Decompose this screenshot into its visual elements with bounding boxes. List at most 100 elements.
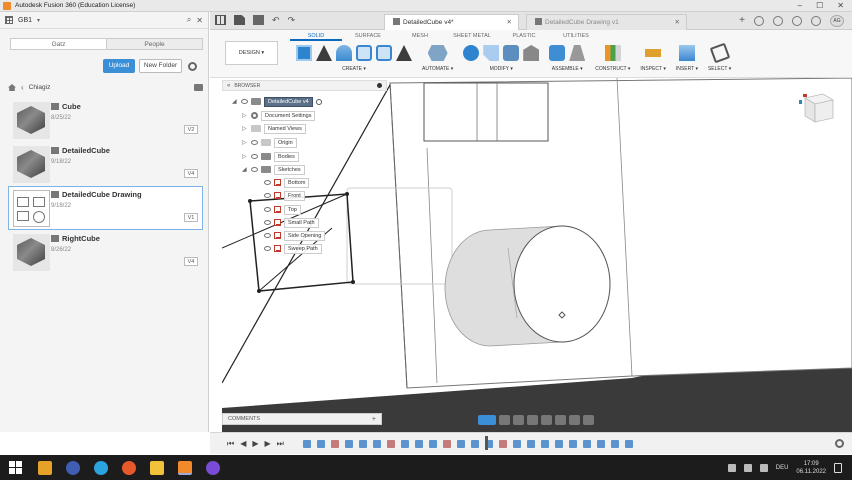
file-explorer-icon[interactable] <box>38 460 52 475</box>
construct-menu[interactable]: CONSTRUCT ▾ <box>595 66 630 72</box>
tab-sheet-metal[interactable]: SHEET METAL <box>446 32 498 41</box>
joint-icon[interactable] <box>569 45 586 61</box>
sketch-item[interactable]: Side Opening <box>264 230 326 241</box>
timeline-feature[interactable] <box>555 440 563 448</box>
insert-image-icon[interactable] <box>678 45 695 61</box>
expand-arrow-icon[interactable]: ▷ <box>242 153 248 160</box>
visibility-eye-icon[interactable] <box>251 140 258 145</box>
visibility-eye-icon[interactable] <box>264 246 271 251</box>
breadcrumb-folder[interactable]: Chiagiz <box>29 84 51 91</box>
timeline-feature[interactable] <box>401 440 409 448</box>
timeline-feature[interactable] <box>429 440 437 448</box>
screen-recorder-icon[interactable] <box>206 460 220 475</box>
keyboard-language[interactable]: DEU <box>776 465 789 471</box>
visibility-eye-icon[interactable] <box>251 154 258 159</box>
search-icon[interactable]: ⌕ <box>187 15 191 25</box>
sketch-item[interactable]: Small Path <box>264 217 319 228</box>
viewcube[interactable] <box>797 90 837 126</box>
timeline-feature[interactable] <box>527 440 535 448</box>
chamfer-icon[interactable] <box>503 45 520 61</box>
timeline-settings-gear-icon[interactable] <box>835 439 844 448</box>
back-chevron-icon[interactable]: ‹ <box>21 83 24 92</box>
timeline-feature[interactable] <box>303 440 311 448</box>
pin-icon[interactable] <box>377 83 382 88</box>
undo-icon[interactable]: ↶ <box>272 15 280 25</box>
browser-node-bodies[interactable]: ▷ Bodies <box>242 151 299 162</box>
sketch-item[interactable]: Front <box>264 190 305 201</box>
viewports-icon[interactable] <box>583 415 594 425</box>
expand-arrow-icon[interactable]: ▷ <box>242 139 248 146</box>
timeline-feature[interactable] <box>345 440 353 448</box>
new-folder-button[interactable]: New Folder <box>139 59 182 73</box>
close-tab-icon[interactable]: ✕ <box>675 15 680 31</box>
file-menu-icon[interactable] <box>234 15 245 25</box>
timeline-feature[interactable] <box>541 440 549 448</box>
new-component-icon[interactable] <box>549 45 566 61</box>
assemble-menu[interactable]: ASSEMBLE ▾ <box>552 66 583 72</box>
inspect-menu[interactable]: INSPECT ▾ <box>640 66 665 72</box>
zoom-window-icon[interactable] <box>541 415 552 425</box>
timeline-feature[interactable] <box>583 440 591 448</box>
fillet-icon[interactable] <box>483 45 500 61</box>
file-item[interactable]: DetailedCube 9/18/22 V4 <box>8 142 203 186</box>
collapse-chevron-icon[interactable]: « <box>227 83 230 89</box>
go-to-start-icon[interactable]: ⏮ <box>227 439 234 449</box>
visibility-eye-icon[interactable] <box>264 233 271 238</box>
revolve-icon[interactable] <box>336 45 352 61</box>
clock[interactable]: 17:09 06.11.2022 <box>796 460 826 476</box>
visibility-eye-icon[interactable] <box>264 180 271 185</box>
timeline-feature[interactable] <box>443 440 451 448</box>
tab-plastic[interactable]: PLASTIC <box>498 32 550 41</box>
timeline-feature[interactable] <box>373 440 381 448</box>
redo-icon[interactable]: ↷ <box>288 15 296 25</box>
timeline-feature[interactable] <box>415 440 423 448</box>
automate-menu[interactable]: AUTOMATE ▾ <box>422 66 453 72</box>
timeline-feature[interactable] <box>597 440 605 448</box>
fusion-360-taskbar-icon[interactable] <box>178 460 192 475</box>
automate-icon[interactable] <box>427 45 448 61</box>
timeline-marker[interactable] <box>485 436 488 450</box>
meeting-app-icon[interactable] <box>66 460 80 475</box>
display-settings-icon[interactable] <box>555 415 566 425</box>
browser-root-node[interactable]: ◢ DetailedCube v4 <box>232 96 322 107</box>
help-icon[interactable] <box>811 16 821 26</box>
sketch-item[interactable]: Bottom <box>264 177 310 188</box>
orbit-icon[interactable] <box>478 415 496 425</box>
version-badge[interactable]: V2 <box>184 125 198 134</box>
create-sketch-icon[interactable] <box>296 45 312 61</box>
notifications-icon[interactable] <box>792 16 802 26</box>
visibility-eye-icon[interactable] <box>264 220 271 225</box>
tab-mesh[interactable]: MESH <box>394 32 446 41</box>
timeline-feature[interactable] <box>513 440 521 448</box>
step-back-icon[interactable]: ◀ <box>240 439 246 449</box>
sketch-item[interactable]: Sweep Path <box>264 243 322 254</box>
close-panel-icon[interactable]: ✕ <box>196 16 203 25</box>
look-at-icon[interactable] <box>499 415 510 425</box>
add-folder-icon[interactable] <box>194 84 203 91</box>
visibility-eye-icon[interactable] <box>241 99 248 104</box>
play-icon[interactable]: ▶ <box>252 439 258 449</box>
timeline-feature[interactable] <box>457 440 465 448</box>
tab-surface[interactable]: SURFACE <box>342 32 394 41</box>
version-badge[interactable]: V4 <box>184 169 198 178</box>
visibility-eye-icon[interactable] <box>251 167 258 172</box>
visibility-eye-icon[interactable] <box>264 193 271 198</box>
timeline-feature[interactable] <box>471 440 479 448</box>
minimize-icon[interactable]: – <box>798 1 802 10</box>
timeline-feature[interactable] <box>331 440 339 448</box>
extrude-icon[interactable] <box>316 45 332 61</box>
tab-people[interactable]: People <box>107 39 202 49</box>
pattern-icon[interactable] <box>376 45 392 61</box>
collapse-arrow-icon[interactable]: ◢ <box>242 166 248 173</box>
chevron-down-icon[interactable]: ▾ <box>37 17 40 24</box>
timeline-feature[interactable] <box>317 440 325 448</box>
data-panel-toggle-icon[interactable] <box>215 15 226 25</box>
timeline-feature[interactable] <box>387 440 395 448</box>
user-avatar[interactable]: AG <box>830 15 844 27</box>
insert-menu[interactable]: INSERT ▾ <box>676 66 698 72</box>
press-pull-icon[interactable] <box>463 45 480 61</box>
taskbar-app-icon[interactable] <box>150 460 164 475</box>
create-menu[interactable]: CREATE ▾ <box>342 66 366 72</box>
modify-menu[interactable]: MODIFY ▾ <box>490 66 513 72</box>
activate-radio-icon[interactable] <box>315 98 322 105</box>
